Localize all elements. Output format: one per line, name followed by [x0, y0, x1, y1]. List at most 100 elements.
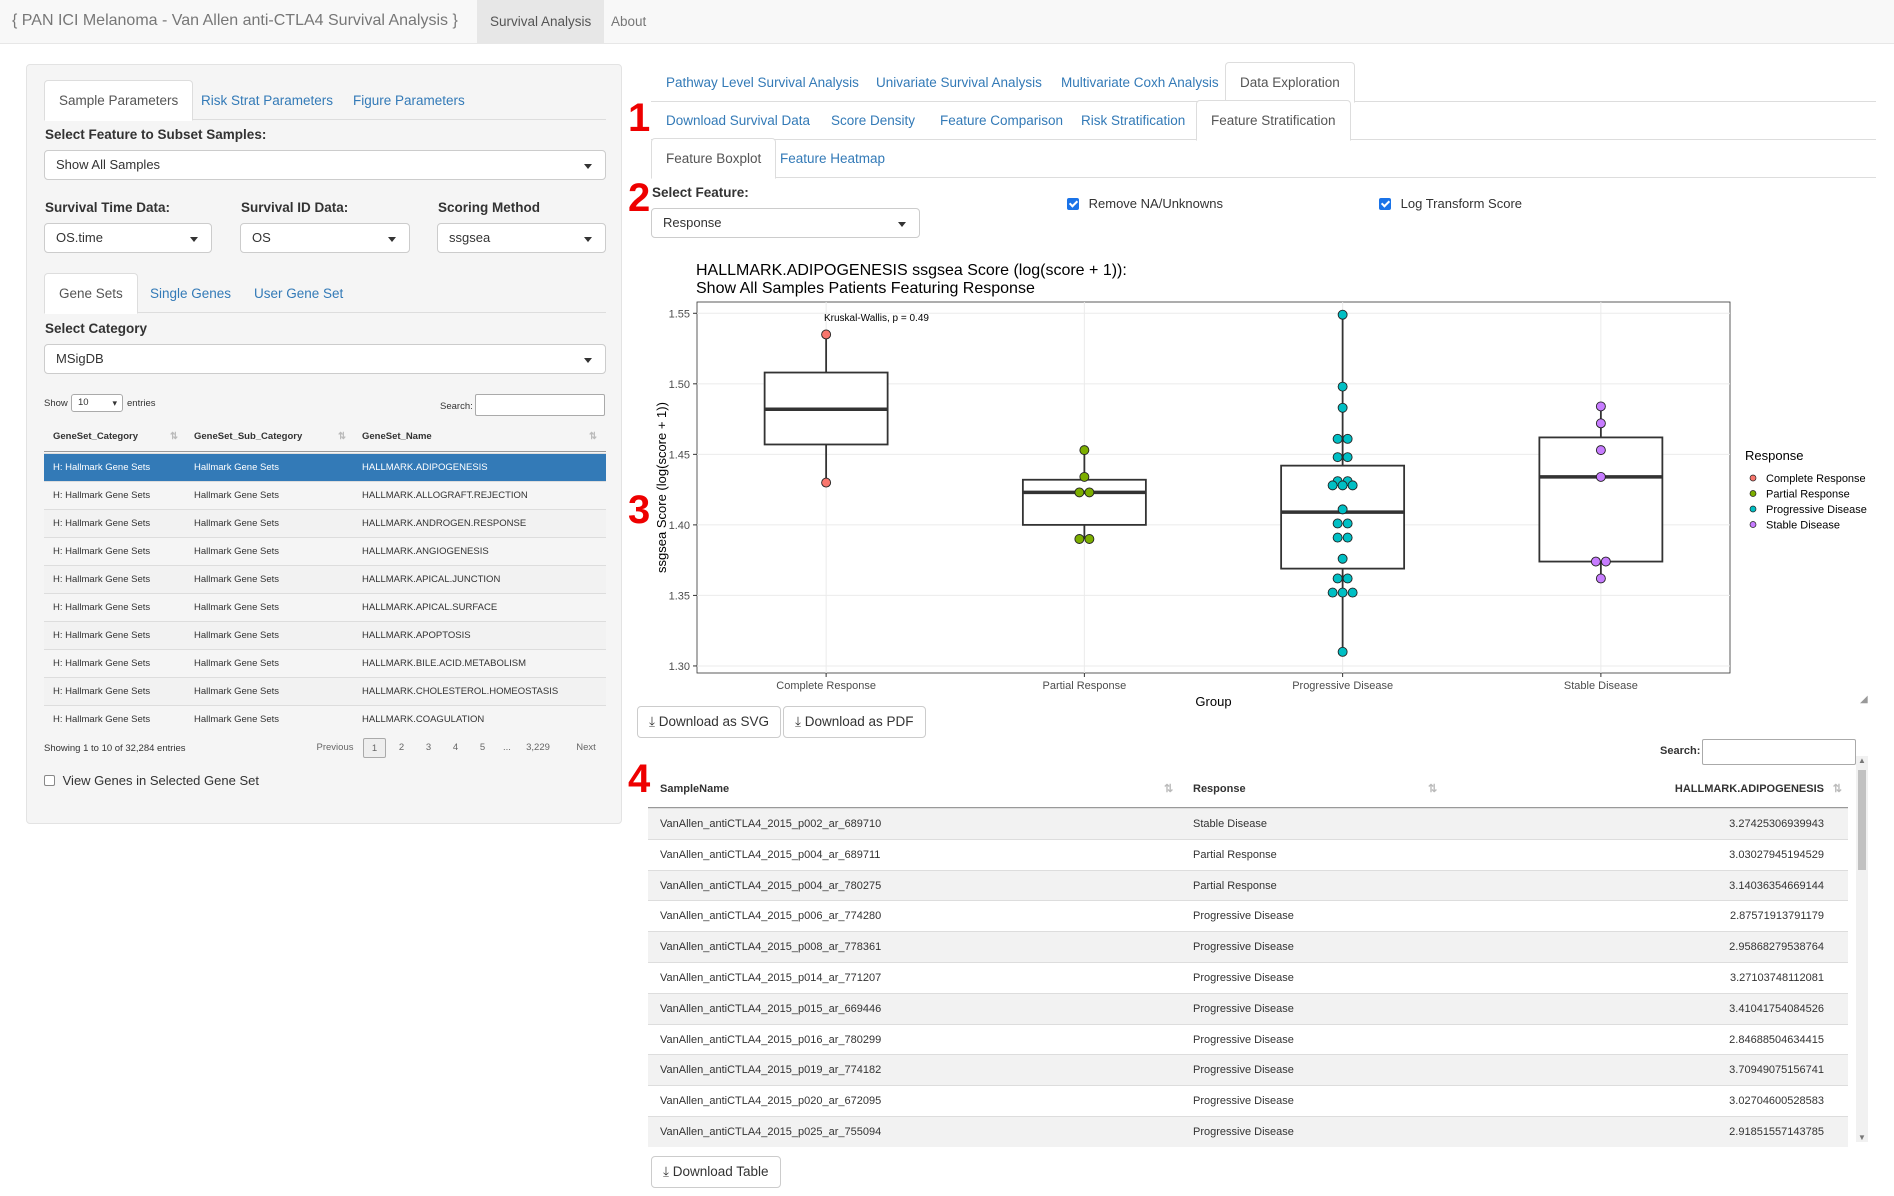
tab-gene-sets[interactable]: Gene Sets — [44, 273, 138, 314]
download-table-button[interactable]: ⤓ Download Table — [651, 1156, 781, 1188]
geneset-table-row[interactable]: H: Hallmark Gene Sets Hallmark Gene Sets H… — [44, 621, 606, 649]
col-hallmark-adipogenesis[interactable]: HALLMARK.ADIPOGENESIS — [1675, 770, 1824, 808]
tab-download-survival-data[interactable]: Download Survival Data — [651, 100, 825, 140]
scoring-method-value: ssgsea — [449, 230, 491, 245]
geneset-table-row[interactable]: H: Hallmark Gene Sets Hallmark Gene Sets H… — [44, 481, 606, 509]
geneset-table-row[interactable]: H: Hallmark Gene Sets Hallmark Gene Sets H… — [44, 593, 606, 621]
remove-na-toggle[interactable]: Remove NA/Unknowns — [1067, 195, 1223, 211]
chevron-down-icon — [898, 222, 906, 227]
tab-figure-parameters[interactable]: Figure Parameters — [338, 80, 480, 120]
pagination-page-last[interactable]: 3,229 — [520, 738, 556, 758]
geneset-table-row[interactable]: H: Hallmark Gene Sets Hallmark Gene Sets H… — [44, 649, 606, 677]
table-search-input[interactable] — [1702, 739, 1856, 765]
col-response[interactable]: Response — [1193, 770, 1246, 808]
scrollbar-thumb[interactable] — [1858, 770, 1866, 870]
subset-select[interactable]: Show All Samples — [44, 150, 606, 180]
data-point — [1347, 587, 1358, 598]
geneset-table-row[interactable]: H: Hallmark Gene Sets Hallmark Gene Sets H… — [44, 705, 606, 733]
survival-id-label: Survival ID Data: — [241, 200, 349, 215]
data-point — [1332, 433, 1343, 444]
checkbox-checked-icon[interactable] — [1379, 197, 1391, 210]
pagination-page-3[interactable]: 3 — [417, 738, 440, 758]
geneset-table-row[interactable]: H: Hallmark Gene Sets Hallmark Gene Sets H… — [44, 537, 606, 565]
step-marker-4: 4 — [628, 757, 651, 801]
download-pdf-button[interactable]: ⤓ Download as PDF — [783, 706, 926, 738]
col-geneset-sub-category[interactable]: GeneSet_Sub_Category — [194, 422, 302, 452]
view-genes-toggle[interactable]: View Genes in Selected Gene Set — [44, 772, 259, 788]
tab-feature-heatmap[interactable]: Feature Heatmap — [765, 138, 900, 178]
sidebar-search-input[interactable] — [475, 394, 605, 416]
data-table-row[interactable]: VanAllen_antiCTLA4_2015_p020_ar_672095 Pr… — [648, 1085, 1848, 1116]
scoring-method-select[interactable]: ssgsea — [437, 223, 606, 253]
checkbox-checked-icon[interactable] — [1067, 197, 1079, 210]
tab-score-density[interactable]: Score Density — [816, 100, 930, 140]
tab-univariate-survival[interactable]: Univariate Survival Analysis — [861, 62, 1057, 102]
tab-risk-stratification[interactable]: Risk Stratification — [1066, 100, 1200, 140]
data-point — [1595, 573, 1606, 584]
cell-geneset-sub-category: Hallmark Gene Sets — [194, 518, 280, 529]
main-tabs: Pathway Level Survival Analysis Univaria… — [651, 62, 1876, 103]
geneset-table-row[interactable]: H: Hallmark Gene Sets Hallmark Gene Sets H… — [44, 565, 606, 593]
tab-pathway-level-survival[interactable]: Pathway Level Survival Analysis — [651, 62, 874, 102]
geneset-table-row[interactable]: H: Hallmark Gene Sets Hallmark Gene Sets H… — [44, 677, 606, 705]
tab-risk-strat-parameters[interactable]: Risk Strat Parameters — [186, 80, 348, 120]
log-transform-toggle[interactable]: Log Transform Score — [1379, 195, 1522, 211]
data-point — [1337, 646, 1348, 657]
data-table-row[interactable]: VanAllen_antiCTLA4_2015_p025_ar_755094 Pr… — [648, 1116, 1848, 1147]
tab-sample-parameters[interactable]: Sample Parameters — [44, 80, 194, 121]
col-sample-name[interactable]: SampleName — [660, 770, 729, 808]
table-scrollbar[interactable]: ▲ ▼ — [1856, 756, 1868, 1142]
cell-score: 3.03027945194529 — [1729, 848, 1824, 861]
pagination-previous[interactable]: Previous — [310, 738, 360, 758]
entries-length-select[interactable]: 10 ▾ — [71, 394, 123, 412]
tab-user-gene-set[interactable]: User Gene Set — [239, 273, 358, 313]
download-svg-button[interactable]: ⤓ Download as SVG — [637, 706, 782, 738]
data-table-row[interactable]: VanAllen_antiCTLA4_2015_p004_ar_689711 Pa… — [648, 838, 1848, 870]
data-table-row[interactable]: VanAllen_antiCTLA4_2015_p014_ar_771207 Pr… — [648, 962, 1848, 993]
download-icon: ⤓ — [649, 714, 655, 729]
nav-tab-about[interactable]: About — [598, 0, 659, 44]
scroll-down-icon[interactable]: ▼ — [1858, 1133, 1866, 1142]
tab-feature-comparison[interactable]: Feature Comparison — [925, 100, 1078, 140]
survival-time-select[interactable]: OS.time — [44, 223, 212, 253]
tab-single-genes[interactable]: Single Genes — [135, 273, 246, 313]
sort-icon: ⇅ — [1164, 783, 1174, 795]
scroll-up-icon[interactable]: ▲ — [1858, 756, 1866, 765]
cell-sample-name: VanAllen_antiCTLA4_2015_p002_ar_689710 — [660, 818, 882, 830]
cell-sample-name: VanAllen_antiCTLA4_2015_p025_ar_755094 — [660, 1126, 882, 1138]
feature-select[interactable]: Response — [651, 208, 920, 238]
tab-multivariate-coxh[interactable]: Multivariate Coxh Analysis — [1046, 62, 1234, 102]
resize-handle-icon[interactable]: ◢ — [1860, 694, 1868, 705]
data-table-row[interactable]: VanAllen_antiCTLA4_2015_p016_ar_780299 Pr… — [648, 1023, 1848, 1055]
pagination-page-1[interactable]: 1 — [363, 738, 386, 758]
data-table-row[interactable]: VanAllen_antiCTLA4_2015_p008_ar_778361 Pr… — [648, 931, 1848, 963]
nav-tab-survival-analysis[interactable]: Survival Analysis — [477, 0, 605, 44]
col-geneset-name[interactable]: GeneSet_Name — [362, 422, 432, 452]
data-point — [1327, 587, 1338, 598]
data-table-row[interactable]: VanAllen_antiCTLA4_2015_p019_ar_774182 Pr… — [648, 1054, 1848, 1086]
view-genes-checkbox[interactable] — [44, 775, 55, 787]
pagination-page-5[interactable]: 5 — [471, 738, 494, 758]
col-geneset-category[interactable]: GeneSet_Category — [53, 422, 138, 452]
data-table-row[interactable]: VanAllen_antiCTLA4_2015_p015_ar_669446 Pr… — [648, 992, 1848, 1024]
data-table-row[interactable]: VanAllen_antiCTLA4_2015_p002_ar_689710 St… — [648, 808, 1848, 839]
geneset-table-row[interactable]: H: Hallmark Gene Sets Hallmark Gene Sets H… — [44, 509, 606, 537]
pagination-page-4[interactable]: 4 — [444, 738, 467, 758]
tab-data-exploration[interactable]: Data Exploration — [1225, 62, 1355, 103]
survival-id-select[interactable]: OS — [240, 223, 410, 253]
cell-response: Progressive Disease — [1193, 1126, 1294, 1138]
chevron-down-icon — [584, 358, 592, 363]
cell-response: Progressive Disease — [1193, 1033, 1294, 1046]
legend-label: Stable Disease — [1766, 520, 1840, 532]
x-tick-label: Stable Disease — [1564, 680, 1638, 692]
tab-feature-stratification[interactable]: Feature Stratification — [1196, 100, 1351, 141]
pagination-next[interactable]: Next — [568, 738, 604, 758]
category-select[interactable]: MSigDB — [44, 344, 606, 374]
geneset-table-row[interactable]: H: Hallmark Gene Sets Hallmark Gene Sets H… — [44, 453, 606, 481]
data-table-row[interactable]: VanAllen_antiCTLA4_2015_p006_ar_774280 Pr… — [648, 900, 1848, 931]
pagination-page-2[interactable]: 2 — [390, 738, 413, 758]
cell-score: 3.41041754084526 — [1729, 1002, 1824, 1015]
tab-feature-boxplot[interactable]: Feature Boxplot — [651, 138, 777, 179]
cell-sample-name: VanAllen_antiCTLA4_2015_p004_ar_689711 — [660, 848, 881, 861]
data-table-row[interactable]: VanAllen_antiCTLA4_2015_p004_ar_780275 Pa… — [648, 869, 1848, 901]
